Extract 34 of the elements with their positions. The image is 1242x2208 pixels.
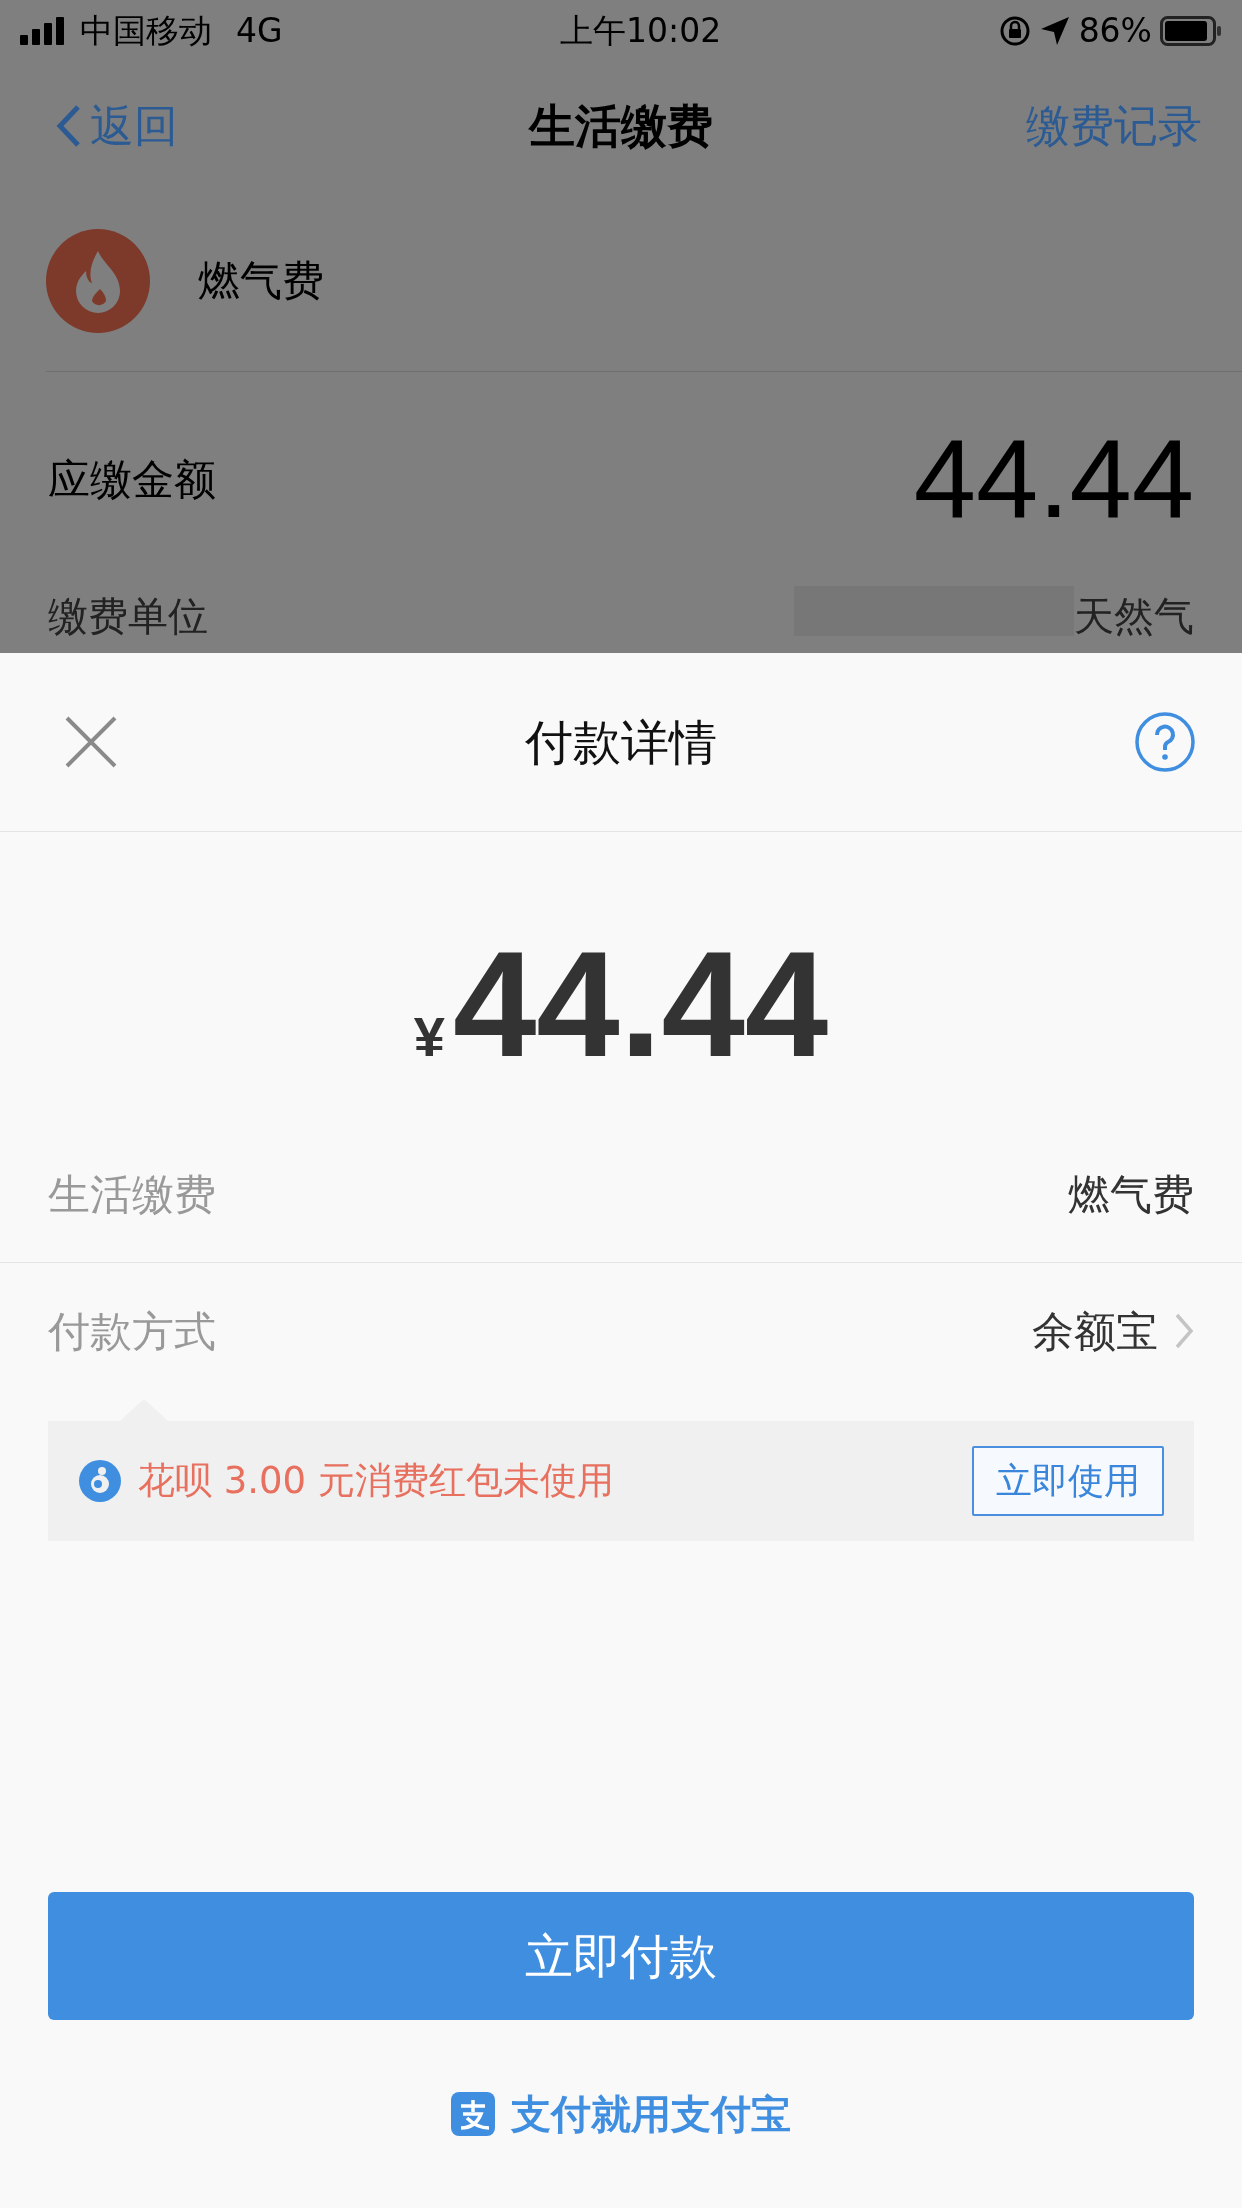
huabei-icon — [78, 1459, 122, 1503]
bill-name: 燃气费 — [198, 255, 324, 307]
amount-label: 应缴金额 — [48, 453, 216, 506]
row-label: 付款方式 — [48, 1305, 216, 1358]
help-icon — [1134, 711, 1196, 773]
row-value: 燃气费 — [1068, 1169, 1194, 1221]
clock-time: 上午10:02 — [560, 10, 722, 53]
promo-text: 花呗 3.00 元消费红包未使用 — [138, 1458, 614, 1505]
payment-method-link[interactable]: 余额宝 — [1032, 1299, 1158, 1363]
slogan-text: 支付就用支付宝 — [511, 2090, 791, 2139]
field-label: 缴费单位 — [48, 592, 208, 641]
currency-symbol: ¥ — [413, 1004, 445, 1070]
row-label: 生活缴费 — [48, 1169, 216, 1221]
close-button[interactable] — [64, 715, 118, 769]
battery-percent: 86% — [1078, 10, 1152, 53]
amount-due: 44.44 — [913, 415, 1194, 543]
pay-now-button[interactable]: 立即付款 — [48, 1892, 1194, 2020]
carrier-name: 中国移动 — [80, 10, 212, 53]
rotation-lock-icon — [998, 15, 1031, 47]
page-title: 生活缴费 — [529, 97, 713, 155]
flame-icon — [46, 228, 150, 333]
history-link[interactable]: 缴费记录 — [1026, 93, 1202, 159]
field-value: 天然气 — [1074, 592, 1194, 641]
battery-icon — [1160, 16, 1222, 46]
back-chevron-icon — [56, 104, 82, 148]
use-now-button[interactable]: 立即使用 — [972, 1446, 1164, 1516]
close-icon — [64, 715, 118, 769]
payment-amount: 44.44 — [452, 929, 829, 1079]
back-link[interactable]: 返回 — [56, 93, 178, 159]
chevron-right-icon — [1174, 1312, 1194, 1350]
payment-logo-icon — [451, 2092, 495, 2136]
network-type: 4G — [236, 10, 283, 53]
help-button[interactable] — [1134, 711, 1196, 773]
sheet-title: 付款详情 — [525, 713, 717, 772]
